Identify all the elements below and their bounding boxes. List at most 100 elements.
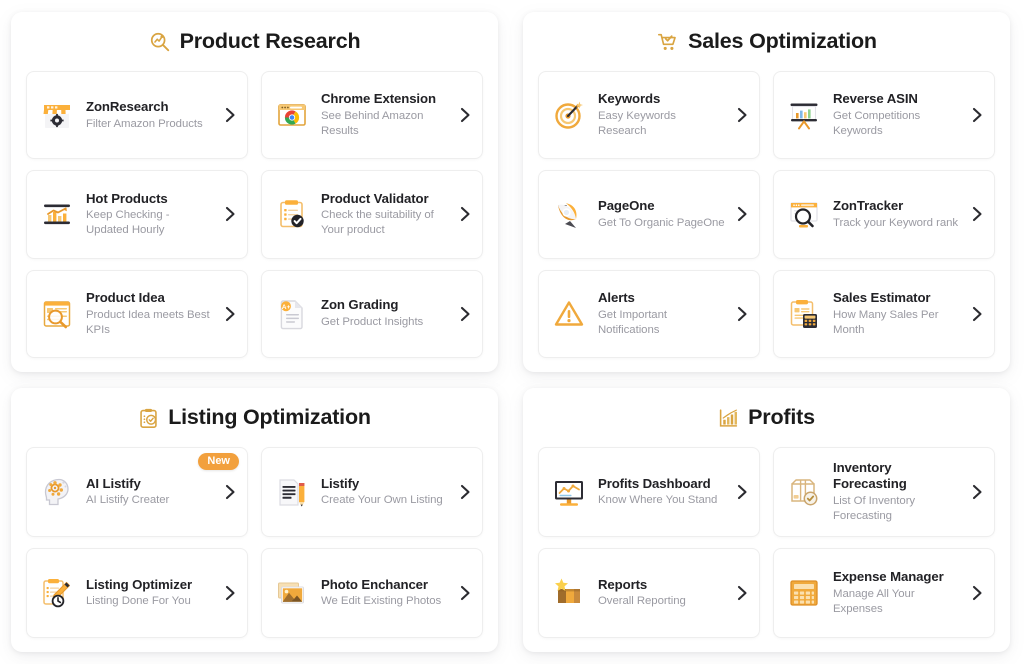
chevron-right-icon[interactable] [735,585,750,601]
panel-slot-profits: Profits Profits Dashboard Know Where You… [512,380,1024,664]
panel-header-listing-optimization: Listing Optimization [26,388,483,447]
tile-text: Inventory Forecasting List Of Inventory … [833,460,960,525]
tile-listify[interactable]: Listify Create Your Own Listing [261,447,483,537]
chevron-right-icon[interactable] [970,206,985,222]
tile-grid-listing-optimization: New AI Listify AI Listify Creater Listif… [26,447,483,638]
tile-alerts[interactable]: Alerts Get Important Notifications [538,269,760,358]
tile-zon-grading[interactable]: A+ Zon Grading Get Product Insights [261,269,483,358]
tile-listing-optimizer[interactable]: Listing Optimizer Listing Done For You [26,548,248,638]
tile-photo-enchancer[interactable]: Photo Enchancer We Edit Existing Photos [261,548,483,638]
tile-text: Expense Manager Manage All Your Expenses [833,569,960,617]
clipboard-check-icon [273,195,311,233]
document-pencil-icon [273,473,311,511]
magnifier-trend-icon [149,31,171,53]
tile-title: Profits Dashboard [598,475,711,491]
tile-description: Listing Done For You [86,595,191,608]
chevron-right-icon[interactable] [970,107,985,123]
bar-chart-trend-icon [38,195,76,233]
tile-text: Listify Create Your Own Listing [321,476,448,509]
tile-ai-listify[interactable]: New AI Listify AI Listify Creater [26,447,248,537]
rocket-icon [550,195,588,233]
chevron-right-icon[interactable] [970,484,985,500]
tile-grid-profits: Profits Dashboard Know Where You Stand I… [538,447,995,638]
target-dart-icon [550,96,588,134]
tile-text: PageOne Get To Organic PageOne [598,198,725,231]
tile-title: Keywords [598,91,661,107]
presentation-chart-icon [785,96,823,134]
panel-listing-optimization: Listing Optimization New AI Listify AI L… [11,388,498,652]
chevron-right-icon[interactable] [458,306,473,322]
chevron-right-icon[interactable] [458,585,473,601]
chevron-right-icon[interactable] [970,585,985,601]
chevron-right-icon[interactable] [223,585,238,601]
chevron-right-icon[interactable] [223,107,238,123]
tile-grid-product-research: ZonResearch Filter Amazon Products Chrom… [26,71,483,358]
tile-text: ZonResearch Filter Amazon Products [86,99,213,132]
tile-description: See Behind Amazon Results [321,110,424,138]
storefront-gear-icon [38,96,76,134]
tile-chrome-extension[interactable]: Chrome Extension See Behind Amazon Resul… [261,71,483,160]
chevron-right-icon[interactable] [223,206,238,222]
tile-product-validator[interactable]: Product Validator Check the suitability … [261,170,483,259]
tile-description: Know Where You Stand [598,494,718,507]
tools-board: Product Research ZonResearch Filter Amaz… [0,0,1024,664]
tile-description: Product Idea meets Best KPIs [86,308,210,336]
clipboard-pencil-clock-icon [38,574,76,612]
tile-text: Hot Products Keep Checking - Updated Hou… [86,191,213,239]
tile-profits-dashboard[interactable]: Profits Dashboard Know Where You Stand [538,447,760,537]
panel-sales-optimization: Sales Optimization Keywords Easy Keyword… [523,12,1010,372]
tile-reverse-asin[interactable]: Reverse ASIN Get Competitions Keywords [773,71,995,160]
tile-text: Product Validator Check the suitability … [321,191,448,239]
chevron-right-icon[interactable] [735,484,750,500]
panel-profits: Profits Profits Dashboard Know Where You… [523,388,1010,652]
chevron-right-icon[interactable] [458,206,473,222]
box-check-icon [785,473,823,511]
tile-inventory-forecasting[interactable]: Inventory Forecasting List Of Inventory … [773,447,995,537]
tile-description: We Edit Existing Photos [321,595,442,608]
chevron-right-icon[interactable] [458,107,473,123]
tile-description: AI Listify Creater [86,494,170,507]
tile-text: Chrome Extension See Behind Amazon Resul… [321,91,448,139]
tile-hot-products[interactable]: Hot Products Keep Checking - Updated Hou… [26,170,248,259]
tile-description: Get Important Notifications [598,308,667,336]
chevron-right-icon[interactable] [735,306,750,322]
chevron-right-icon[interactable] [223,484,238,500]
tile-title: Hot Products [86,190,168,206]
panel-header-product-research: Product Research [26,12,483,71]
tile-text: Sales Estimator How Many Sales Per Month [833,290,960,338]
panel-slot-product-research: Product Research ZonResearch Filter Amaz… [0,0,512,380]
tile-title: Photo Enchancer [321,576,428,592]
tile-description: Get To Organic PageOne [598,216,725,229]
box-star-icon [550,574,588,612]
tile-pageone[interactable]: PageOne Get To Organic PageOne [538,170,760,259]
photos-stack-icon [273,574,311,612]
page-title: Listing Optimization [168,405,371,429]
tile-expense-manager[interactable]: Expense Manager Manage All Your Expenses [773,548,995,638]
bar-chart-arrow-icon [718,407,739,429]
tile-title: Alerts [598,289,635,305]
tile-product-idea[interactable]: Product Idea Product Idea meets Best KPI… [26,269,248,358]
tile-text: AI Listify AI Listify Creater [86,476,213,509]
chevron-right-icon[interactable] [223,306,238,322]
chevron-right-icon[interactable] [458,484,473,500]
chevron-right-icon[interactable] [970,306,985,322]
tile-title: Reverse ASIN [833,91,918,107]
tile-reports[interactable]: Reports Overall Reporting [538,548,760,638]
tile-description: Keep Checking - Updated Hourly [86,209,170,237]
tile-description: Check the suitability of Your product [321,209,434,237]
chevron-right-icon[interactable] [735,206,750,222]
tile-title: ZonTracker [833,198,904,214]
tile-keywords[interactable]: Keywords Easy Keywords Research [538,71,760,160]
tile-title: Inventory Forecasting [833,459,907,492]
tile-description: Easy Keywords Research [598,110,676,138]
page-magnifier-icon [38,295,76,333]
tile-sales-estimator[interactable]: Sales Estimator How Many Sales Per Month [773,269,995,358]
tile-zontracker[interactable]: ZonTracker Track your Keyword rank [773,170,995,259]
tile-zonresearch[interactable]: ZonResearch Filter Amazon Products [26,71,248,160]
chevron-right-icon[interactable] [735,107,750,123]
tile-text: Zon Grading Get Product Insights [321,297,448,330]
document-grade-icon: A+ [273,295,311,333]
tile-title: Zon Grading [321,297,399,313]
monitor-chart-icon [550,473,588,511]
tile-title: Listify [321,475,360,491]
